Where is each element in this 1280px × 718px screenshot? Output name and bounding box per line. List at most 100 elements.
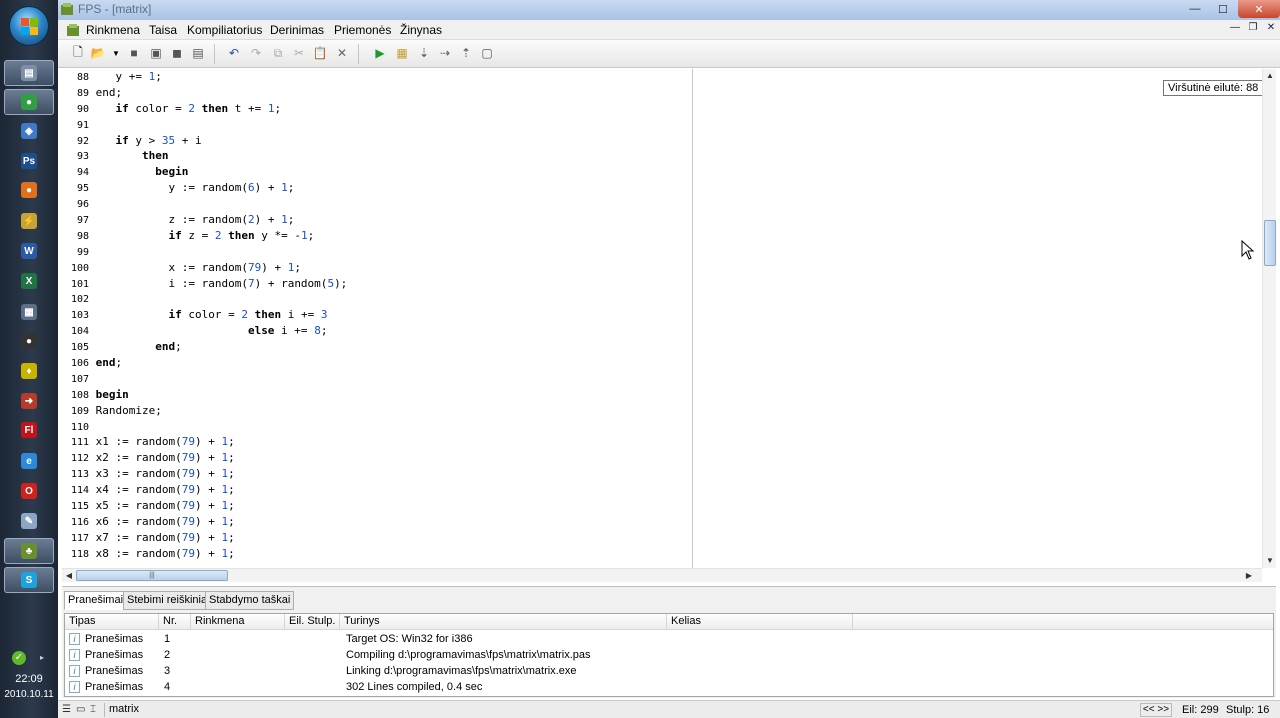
code-line[interactable]: 113 x3 := random(79) + 1; <box>62 466 692 482</box>
message-row[interactable]: i Pranešimas 1 Target OS: Win32 for i386 <box>65 632 1273 648</box>
column-header-eil-stulp[interactable]: Eil. Stulp. <box>285 614 340 630</box>
code-line[interactable]: 105 end; <box>62 339 692 355</box>
code-line[interactable]: 101 i := random(7) + random(5); <box>62 276 692 292</box>
code-line[interactable]: 94 begin <box>62 164 692 180</box>
undo-icon[interactable]: ↶ <box>226 45 242 61</box>
scroll-left-arrow-icon[interactable]: ◀ <box>62 569 76 583</box>
scroll-down-arrow-icon[interactable]: ▼ <box>1263 554 1277 568</box>
taskbar-button-excel[interactable]: X <box>4 268 54 294</box>
column-header-turinys[interactable]: Turinys <box>340 614 667 630</box>
code-line[interactable]: 114 x4 := random(79) + 1; <box>62 482 692 498</box>
copy-icon[interactable]: ⧉ <box>270 45 286 61</box>
code-line[interactable]: 110 <box>62 419 692 435</box>
save-icon[interactable]: ■ <box>126 45 142 61</box>
code-line[interactable]: 118 x8 := random(79) + 1; <box>62 546 692 562</box>
taskbar-button-media[interactable]: ● <box>4 328 54 354</box>
message-row[interactable]: i Pranešimas 2 Compiling d:\programavimas\f… <box>65 648 1273 664</box>
document-icon[interactable] <box>66 23 80 37</box>
step-into-icon[interactable]: ⇣ <box>416 45 432 61</box>
column-header-tipas[interactable]: Tipas <box>65 614 159 630</box>
code-line[interactable]: 93 then <box>62 148 692 164</box>
taskbar-button-firefox[interactable]: ● <box>4 177 54 203</box>
code-line[interactable]: 95 y := random(6) + 1; <box>62 180 692 196</box>
code-line[interactable]: 96 <box>62 196 692 212</box>
clock-time[interactable]: 22:09 <box>0 673 58 685</box>
code-line[interactable]: 89 end; <box>62 85 692 101</box>
messages-list[interactable]: Tipas Nr. Rinkmena Eil. Stulp. Turinys K… <box>64 613 1274 697</box>
active-file-name[interactable]: matrix <box>104 703 143 717</box>
menu-taisa[interactable]: Taisa <box>149 23 177 37</box>
taskbar-button-explorer[interactable]: ▤ <box>4 60 54 86</box>
horizontal-scrollbar[interactable]: ◀ ||| ▶ <box>62 568 1262 582</box>
code-line[interactable]: 99 <box>62 244 692 260</box>
taskbar-button-virtualbox[interactable]: ◈ <box>4 118 54 144</box>
file-navigation-buttons[interactable]: << >> <box>1140 703 1172 717</box>
menu-priemones[interactable]: Priemonės <box>334 23 391 37</box>
horizontal-scroll-thumb[interactable]: ||| <box>76 570 228 581</box>
clock-date[interactable]: 2010.10.11 <box>0 689 58 700</box>
taskbar-button-calculator[interactable]: ▦ <box>4 299 54 325</box>
print-icon[interactable]: ▤ <box>190 45 206 61</box>
minimize-button[interactable]: — <box>1183 0 1207 18</box>
cascade-icon[interactable]: ⌶ <box>90 704 96 716</box>
taskbar-button-word[interactable]: W <box>4 238 54 264</box>
code-line[interactable]: 103 if color = 2 then i += 3 <box>62 307 692 323</box>
scroll-right-arrow-icon[interactable]: ▶ <box>1242 569 1256 583</box>
vertical-scrollbar[interactable]: ▲ ▼ <box>1262 69 1276 568</box>
title-bar[interactable]: FPS - [matrix] — ☐ ✕ <box>58 0 1280 20</box>
code-line[interactable]: 92 if y > 35 + i <box>62 133 692 149</box>
code-line[interactable]: 98 if z = 2 then y *= -1; <box>62 228 692 244</box>
start-button[interactable] <box>9 6 49 46</box>
menu-derinimas[interactable]: Derinimas <box>270 23 324 37</box>
taskbar-button-opera[interactable]: O <box>4 478 54 504</box>
compile-icon[interactable]: ▦ <box>394 45 410 61</box>
step-over-icon[interactable]: ⇢ <box>437 45 453 61</box>
taskbar-button-fps[interactable]: ♣ <box>4 538 54 564</box>
column-header-kelias[interactable]: Kelias <box>667 614 853 630</box>
tab-stabdymo-taskai[interactable]: Stabdymo taškai <box>205 591 295 610</box>
code-line[interactable]: 112 x2 := random(79) + 1; <box>62 450 692 466</box>
code-editor[interactable]: 88 y += 1; 89 end; 90 if color = 2 then t … <box>62 69 1262 568</box>
taskbar-button-tool[interactable]: ♦ <box>4 358 54 384</box>
paste-icon[interactable]: 📋 <box>312 45 328 61</box>
taskbar-button-ie[interactable]: e <box>4 448 54 474</box>
taskbar-button-filezilla[interactable]: ➜ <box>4 388 54 414</box>
scroll-up-arrow-icon[interactable]: ▲ <box>1263 69 1277 83</box>
code-line[interactable]: 108 begin <box>62 387 692 403</box>
save-all-icon[interactable]: ◼ <box>169 45 185 61</box>
delete-icon[interactable]: ✕ <box>334 45 350 61</box>
redo-icon[interactable]: ↷ <box>248 45 264 61</box>
taskbar-button-notepad[interactable]: ✎ <box>4 508 54 534</box>
open-folder-icon[interactable]: 📂 <box>90 45 106 61</box>
menu-rinkmena[interactable]: Rinkmena <box>86 23 140 37</box>
code-line[interactable]: 116 x6 := random(79) + 1; <box>62 514 692 530</box>
vertical-scroll-thumb[interactable] <box>1264 220 1276 266</box>
code-line[interactable]: 100 x := random(79) + 1; <box>62 260 692 276</box>
code-line[interactable]: 106 end; <box>62 355 692 371</box>
mdi-close-button[interactable]: ✕ <box>1263 22 1279 37</box>
taskbar-button-photoshop[interactable]: Ps <box>4 148 54 174</box>
code-line[interactable]: 115 x5 := random(79) + 1; <box>62 498 692 514</box>
taskbar-button-winamp[interactable]: ⚡ <box>4 208 54 234</box>
code-line[interactable]: 91 <box>62 117 692 133</box>
code-line[interactable]: 109 Randomize; <box>62 403 692 419</box>
reset-icon[interactable]: ▢ <box>479 45 495 61</box>
code-line[interactable]: 104 else i += 8; <box>62 323 692 339</box>
new-file-icon[interactable]: 🗋 <box>70 45 86 61</box>
window-list-icon[interactable]: ☰ <box>62 704 71 716</box>
tab-stebimi-reiskiniai[interactable]: Stebimi reiškiniai <box>123 591 214 610</box>
security-check-icon[interactable]: ✓ <box>12 651 26 665</box>
tray-expand-icon[interactable]: ▸ <box>40 653 44 662</box>
code-line[interactable]: 102 <box>62 291 692 307</box>
run-icon[interactable]: ▶ <box>372 45 388 61</box>
open-dropdown-icon[interactable]: ▼ <box>108 45 124 61</box>
close-button[interactable]: ✕ <box>1238 0 1280 18</box>
taskbar-button-chrome[interactable]: ● <box>4 89 54 115</box>
step-out-icon[interactable]: ⇡ <box>458 45 474 61</box>
menu-zinynas[interactable]: Žinynas <box>400 23 442 37</box>
mdi-minimize-button[interactable]: — <box>1227 22 1243 37</box>
column-header-nr[interactable]: Nr. <box>159 614 191 630</box>
tile-icon[interactable]: ▭ <box>76 704 85 716</box>
code-line[interactable]: 97 z := random(2) + 1; <box>62 212 692 228</box>
mdi-restore-button[interactable]: ❐ <box>1245 22 1261 37</box>
